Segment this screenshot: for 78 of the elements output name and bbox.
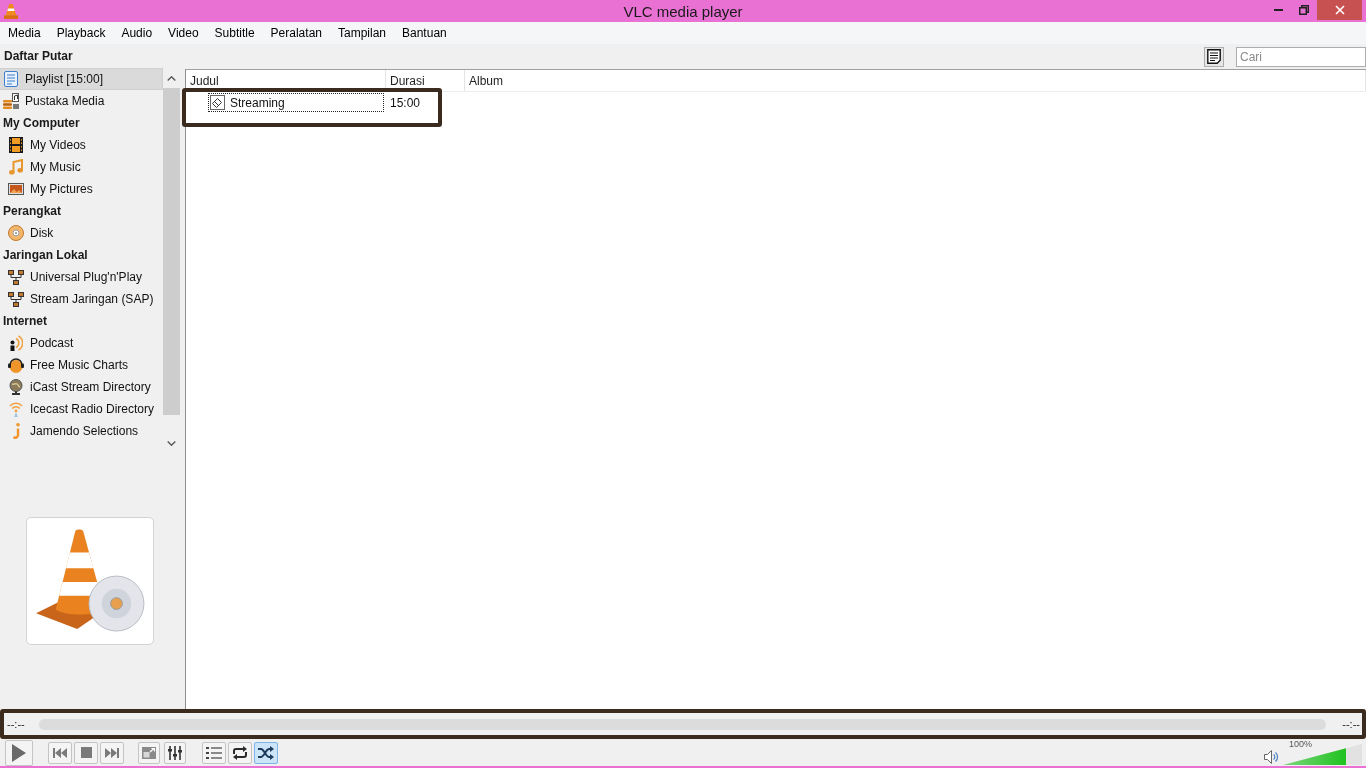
stop-icon xyxy=(80,747,92,758)
section-heading: Perangkat xyxy=(2,203,63,220)
volume-reading: 100% xyxy=(1289,739,1313,749)
expand-window-icon xyxy=(142,746,156,759)
music-note-icon xyxy=(9,159,23,175)
sidebar-item[interactable]: My Pictures xyxy=(0,178,163,200)
antenna-icon xyxy=(9,401,23,417)
close-icon xyxy=(1334,5,1345,15)
scrollbar-thumb[interactable] xyxy=(163,88,180,415)
effects-button[interactable] xyxy=(164,741,186,764)
shuffle-button[interactable] xyxy=(254,741,278,764)
media-library-icon xyxy=(3,93,19,109)
menu-item[interactable]: Peralatan xyxy=(262,22,330,44)
speaker-icon xyxy=(1264,749,1279,764)
sidebar-item[interactable]: Playlist [15:00] xyxy=(0,68,163,90)
section-heading: My Computer xyxy=(2,115,81,132)
minimize-icon xyxy=(1273,9,1283,11)
repeat-icon xyxy=(232,745,248,760)
menu-item[interactable]: Bantuan xyxy=(394,22,455,44)
sidebar-item[interactable]: Pustaka Media xyxy=(0,90,163,112)
traffic-cone-icon xyxy=(4,3,18,19)
list-icon xyxy=(1207,49,1221,64)
film-strip-icon xyxy=(9,137,23,153)
caret-down-icon xyxy=(167,440,176,446)
headphones-icon xyxy=(8,357,24,373)
window-title: VLC media player xyxy=(623,2,743,20)
sidebar-item[interactable]: Podcast xyxy=(0,332,163,354)
sidebar-item[interactable]: Jamendo Selections xyxy=(0,420,163,442)
play-button[interactable] xyxy=(5,739,33,766)
globe-icon xyxy=(9,379,23,395)
sidebar-item[interactable]: Disk xyxy=(0,222,163,244)
sidebar-item[interactable]: Universal Plug'n'Play xyxy=(0,266,163,288)
podcast-icon xyxy=(9,335,23,351)
next-button[interactable] xyxy=(100,741,124,764)
close-button[interactable] xyxy=(1317,0,1362,20)
skip-forward-icon xyxy=(105,747,119,758)
duration-cell-text: 15:00 xyxy=(389,95,422,110)
sidebar-item[interactable]: My Music xyxy=(0,156,163,178)
loop-button[interactable] xyxy=(228,741,252,764)
play-icon xyxy=(12,743,26,762)
playlist-button[interactable] xyxy=(202,741,226,764)
section-heading: Internet xyxy=(2,313,48,330)
restore-icon xyxy=(1299,5,1309,15)
menu-item[interactable]: Subtitle xyxy=(206,22,263,44)
elapsed-time: --:-- xyxy=(7,718,25,730)
view-mode-button[interactable] xyxy=(1204,46,1224,67)
tag-icon xyxy=(210,95,225,110)
sidebar-item[interactable]: iCast Stream Directory xyxy=(0,376,163,398)
section-heading: Jaringan Lokal xyxy=(2,247,89,264)
remaining-time: --:-- xyxy=(1342,718,1360,730)
network-icon xyxy=(8,291,24,307)
menu-item[interactable]: Playback xyxy=(48,22,114,44)
caret-up-icon xyxy=(167,75,176,81)
title-cell[interactable]: Streaming xyxy=(208,93,384,112)
disc-icon xyxy=(8,225,24,241)
sidebar-item[interactable]: Free Music Charts xyxy=(0,354,163,376)
skip-back-icon xyxy=(53,747,67,758)
previous-button[interactable] xyxy=(48,741,72,764)
column-header[interactable]: Judul xyxy=(186,70,386,91)
sliders-icon xyxy=(168,745,182,760)
section-heading: Daftar Putar xyxy=(3,48,74,65)
list-icon xyxy=(206,745,222,760)
hook-icon xyxy=(12,423,20,439)
menu-item[interactable]: Tampilan xyxy=(330,22,394,44)
shuffle-icon xyxy=(258,745,274,760)
menu-item[interactable]: Video xyxy=(160,22,207,44)
picture-icon xyxy=(8,183,24,195)
network-icon xyxy=(8,269,24,285)
sidebar-item[interactable]: Stream Jaringan (SAP) xyxy=(0,288,163,310)
sidebar-item[interactable]: My Videos xyxy=(0,134,163,156)
sidebar-item[interactable]: Icecast Radio Directory xyxy=(0,398,163,420)
column-header[interactable]: Durasi xyxy=(386,70,465,91)
menu-item[interactable]: Audio xyxy=(113,22,161,44)
search-field[interactable]: Cari xyxy=(1236,46,1366,67)
stop-button[interactable] xyxy=(74,741,98,764)
menu-item[interactable]: Media xyxy=(0,22,49,44)
document-list-icon xyxy=(4,71,18,87)
column-header[interactable]: Album xyxy=(465,70,1366,91)
